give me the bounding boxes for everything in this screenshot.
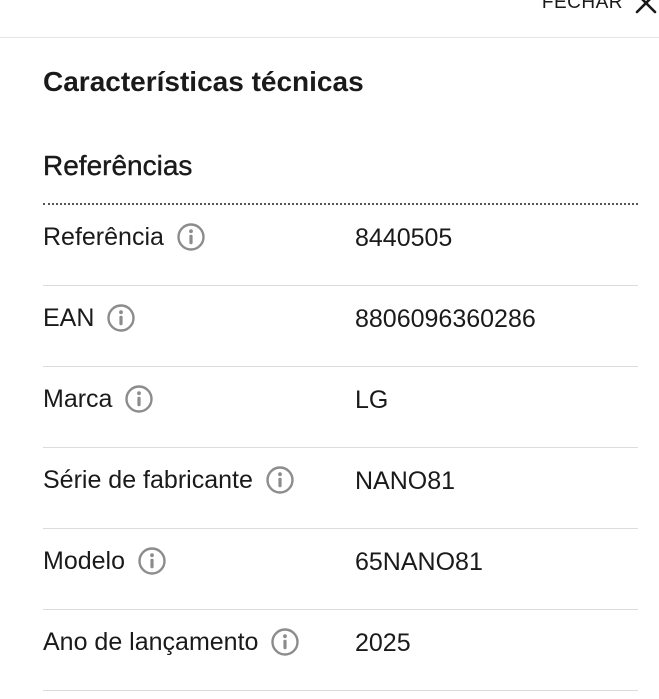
- info-icon[interactable]: [137, 546, 167, 576]
- spec-label-group: EAN: [43, 303, 136, 333]
- spec-label-group: Série de fabricante: [43, 465, 295, 495]
- spec-value: 65NANO81: [355, 548, 483, 576]
- spec-list: Referência 8440505 EAN 8806096360286 Marca LG…: [43, 205, 638, 691]
- spec-label-group: Modelo: [43, 546, 167, 576]
- spec-value: 8806096360286: [355, 305, 536, 333]
- spec-label-group: Referência: [43, 222, 206, 252]
- spec-value: LG: [355, 386, 389, 414]
- info-icon[interactable]: [270, 627, 300, 657]
- spec-label: EAN: [43, 303, 95, 332]
- close-label: FECHAR: [541, 0, 623, 13]
- spec-row: Série de fabricante NANO81: [43, 448, 638, 529]
- spec-value: 2025: [355, 629, 411, 657]
- spec-label: Série de fabricante: [43, 465, 253, 494]
- specs-panel: FECHAR Características técnicas Referênc…: [0, 0, 659, 699]
- spec-label: Marca: [43, 384, 113, 413]
- page-title: Características técnicas: [43, 66, 364, 97]
- spec-row: EAN 8806096360286: [43, 286, 638, 367]
- close-icon[interactable]: [633, 0, 659, 16]
- spec-label: Modelo: [43, 546, 125, 575]
- spec-row: Modelo 65NANO81: [43, 529, 638, 610]
- section-title: Referências: [43, 150, 193, 181]
- info-icon[interactable]: [124, 384, 154, 414]
- spec-label-group: Ano de lançamento: [43, 627, 300, 657]
- spec-label-group: Marca: [43, 384, 154, 414]
- spec-row: Referência 8440505: [43, 205, 638, 286]
- spec-row: Marca LG: [43, 367, 638, 448]
- spec-label: Referência: [43, 222, 164, 251]
- spec-value: 8440505: [355, 224, 453, 252]
- info-icon[interactable]: [176, 222, 206, 252]
- panel-header: FECHAR: [0, 0, 659, 38]
- spec-value: NANO81: [355, 467, 456, 495]
- spec-row: Ano de lançamento 2025: [43, 610, 638, 691]
- spec-label: Ano de lançamento: [43, 627, 259, 656]
- close-button[interactable]: FECHAR: [542, 0, 659, 18]
- info-icon[interactable]: [106, 303, 136, 333]
- info-icon[interactable]: [265, 465, 295, 495]
